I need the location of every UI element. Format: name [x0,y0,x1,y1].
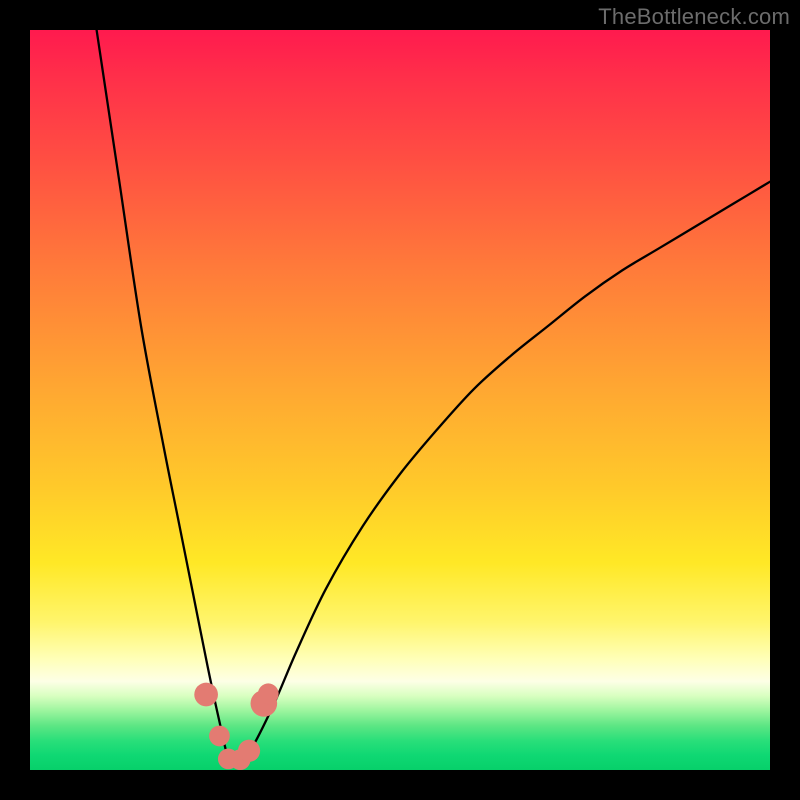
watermark-text: TheBottleneck.com [598,4,790,30]
valley-bead [238,740,260,762]
curve-layer [30,30,770,770]
valley-bead [258,683,279,704]
bottleneck-curve [97,30,770,766]
valley-bead [194,683,218,707]
valley-bead [209,726,230,747]
chart-frame: TheBottleneck.com [0,0,800,800]
valley-markers [194,683,278,770]
plot-area [30,30,770,770]
